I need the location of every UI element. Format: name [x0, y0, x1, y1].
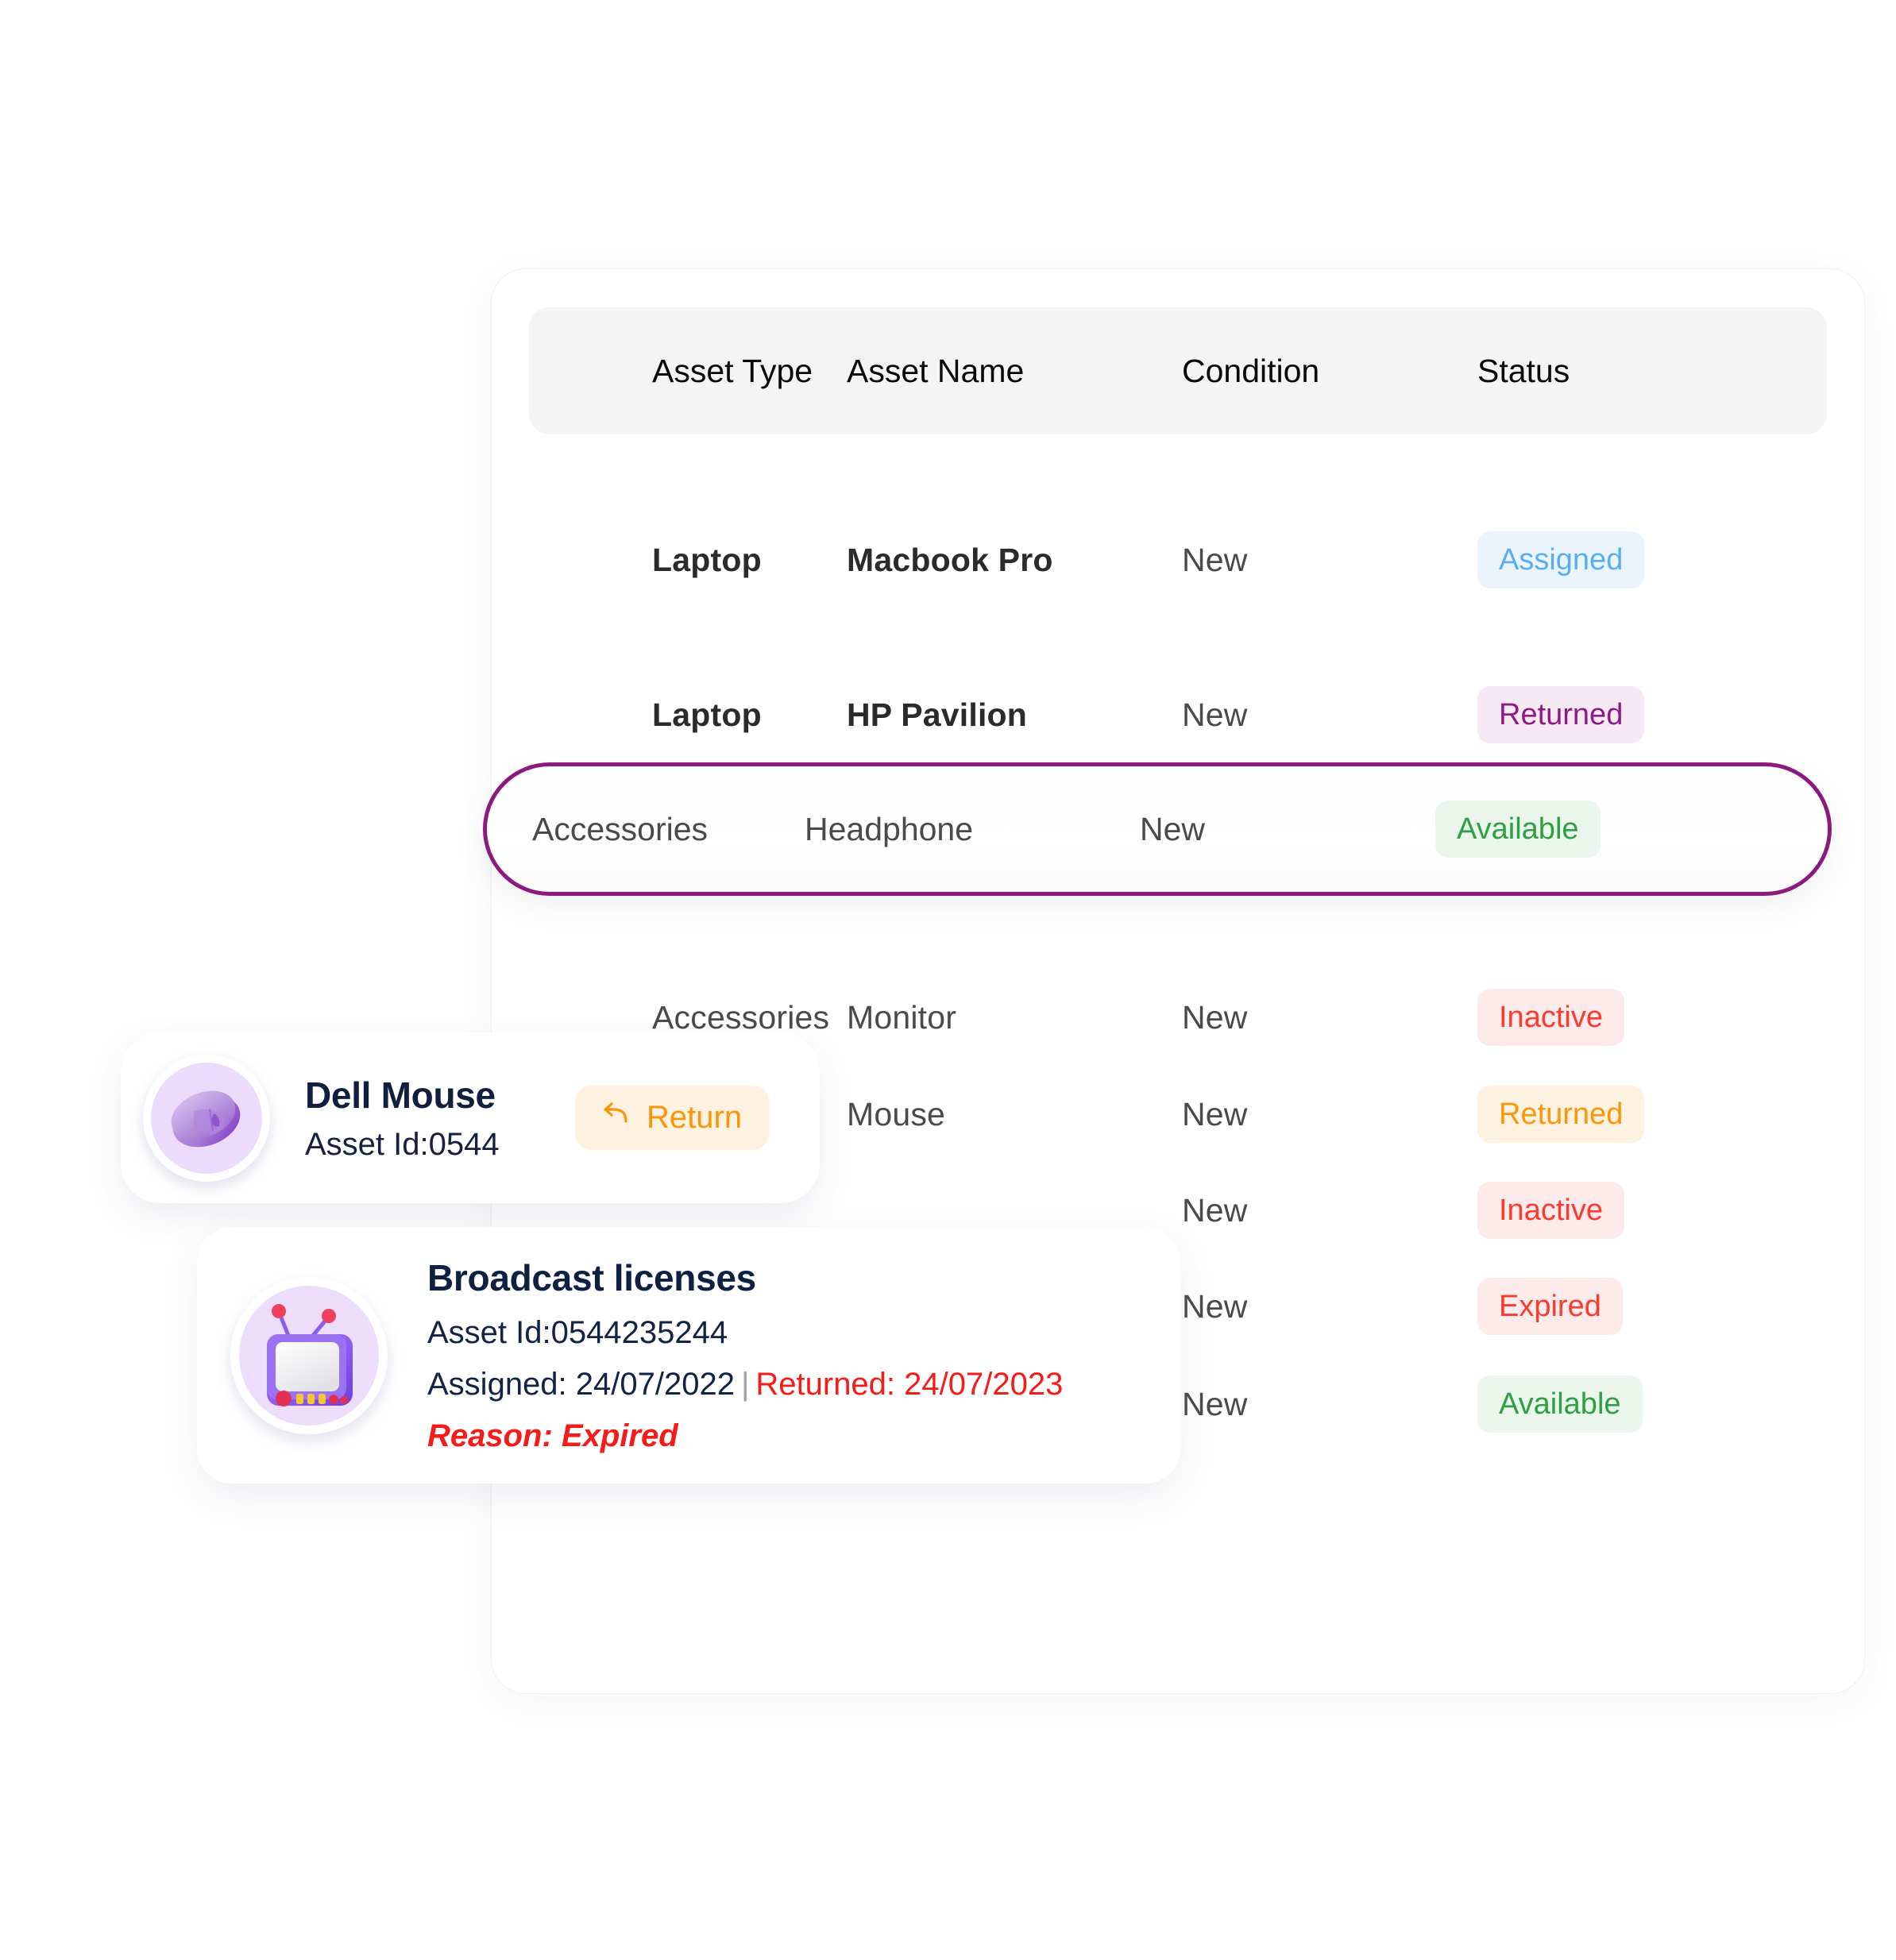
cell-asset-name: Macbook Pro [847, 541, 1053, 578]
table-row[interactable]: Laptop Macbook Pro New Assigned [529, 517, 1827, 603]
avatar [143, 1054, 270, 1182]
status-badge: Inactive [1477, 989, 1624, 1046]
returned-date: Returned: 24/07/2023 [755, 1367, 1064, 1402]
dell-mouse-card[interactable]: Dell Mouse Asset Id:0544 Return [121, 1032, 820, 1203]
status-badge: Available [1435, 801, 1601, 858]
retro-tv-icon [239, 1285, 379, 1426]
cell-condition: New [1182, 998, 1248, 1036]
cell-condition: New [1182, 1095, 1248, 1132]
cell-asset-name: Monitor [847, 998, 957, 1036]
status-badge: Returned [1477, 686, 1645, 743]
broadcast-licenses-card[interactable]: Broadcast licenses Asset Id:0544235244 A… [197, 1227, 1180, 1484]
column-header-condition: Condition [1182, 352, 1320, 389]
cell-condition: New [1182, 1191, 1248, 1229]
cell-status: Returned [1477, 686, 1716, 743]
status-badge: Expired [1477, 1278, 1623, 1335]
return-reason: Reason: Expired [427, 1418, 678, 1453]
return-arrow-icon [602, 1100, 634, 1136]
cell-asset-type: Accessories [532, 810, 709, 847]
table-row[interactable]: Laptop HP Pavilion New Returned [529, 672, 1827, 758]
asset-title: Dell Mouse [305, 1074, 496, 1116]
cell-status: Available [1435, 801, 1674, 858]
computer-mouse-icon [151, 1062, 262, 1174]
cell-status: Available [1477, 1375, 1716, 1433]
status-badge: Returned [1477, 1086, 1645, 1143]
cell-status: Returned [1477, 1086, 1716, 1143]
cell-asset-name: Mouse [847, 1095, 946, 1132]
cell-asset-name: Headphone [805, 810, 974, 847]
status-badge: Available [1477, 1375, 1643, 1433]
cell-condition: New [1182, 696, 1248, 733]
table-header-row: Asset Type Asset Name Condition Status [529, 307, 1827, 434]
cell-asset-type: Accessories [652, 998, 830, 1036]
cell-condition: New [1182, 1287, 1248, 1325]
column-header-asset-type: Asset Type [652, 352, 813, 389]
cell-asset-type: Laptop [652, 541, 762, 578]
date-separator: | [740, 1367, 750, 1402]
cell-status: Inactive [1477, 1182, 1716, 1239]
broadcast-card-text: Broadcast licenses Asset Id:0544235244 A… [427, 1256, 1063, 1454]
asset-id: Asset Id:0544 [305, 1126, 500, 1162]
cell-asset-type: Laptop [652, 696, 762, 733]
cell-condition: New [1182, 1385, 1248, 1422]
column-header-asset-name: Asset Name [847, 352, 1025, 389]
asset-title: Broadcast licenses [427, 1257, 756, 1298]
status-badge: Inactive [1477, 1182, 1624, 1239]
cell-status: Expired [1477, 1278, 1716, 1335]
cell-condition: New [1182, 541, 1248, 578]
asset-id: Asset Id:0544235244 [427, 1315, 728, 1350]
cell-condition: New [1140, 810, 1206, 847]
cell-asset-name: HP Pavilion [847, 696, 1028, 733]
asset-dates: Assigned: 24/07/2022 | Returned: 24/07/202… [427, 1367, 1063, 1402]
return-button-label: Return [647, 1100, 743, 1135]
cell-status: Assigned [1477, 531, 1716, 588]
column-header-status: Status [1477, 352, 1570, 389]
cell-status: Inactive [1477, 989, 1716, 1046]
mouse-card-text: Dell Mouse Asset Id:0544 [305, 1074, 567, 1163]
status-badge: Assigned [1477, 531, 1645, 588]
table-row-highlighted[interactable]: Accessories Headphone New Available [483, 762, 1832, 896]
assigned-date: Assigned: 24/07/2022 [427, 1367, 735, 1402]
return-button[interactable]: Return [575, 1086, 770, 1150]
avatar [230, 1276, 388, 1434]
